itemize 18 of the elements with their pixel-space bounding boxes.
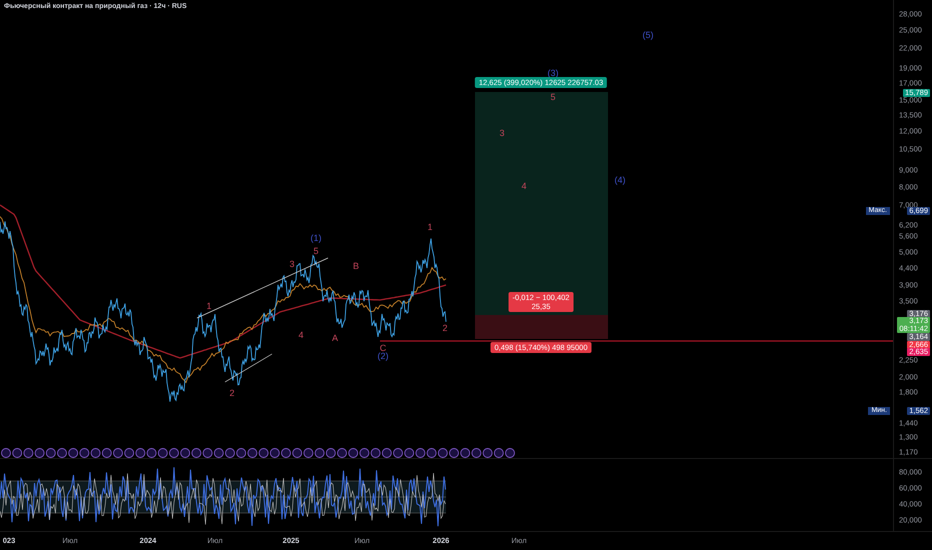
wave-label: 1 xyxy=(206,301,212,311)
wave-label: 2 xyxy=(230,388,234,398)
wave-label: (1) xyxy=(310,233,322,243)
wave-label: 3 xyxy=(290,259,294,269)
wave-label: A xyxy=(332,333,338,343)
wave-label: 4 xyxy=(522,181,526,191)
wave-label: 4 xyxy=(298,330,304,340)
wave-label: 5 xyxy=(314,246,318,256)
wave-label: (5) xyxy=(642,30,654,40)
wave-label: 5 xyxy=(550,92,556,102)
wave-label: 3 xyxy=(500,128,504,138)
wave-label: 1 xyxy=(428,222,432,232)
trend-line xyxy=(224,354,272,382)
wave-label: 2 xyxy=(442,323,448,333)
wave-label: B xyxy=(353,261,359,271)
wave-label: (4) xyxy=(614,175,626,185)
wave-label: C xyxy=(380,343,386,353)
wave-label: (2) xyxy=(378,351,388,361)
